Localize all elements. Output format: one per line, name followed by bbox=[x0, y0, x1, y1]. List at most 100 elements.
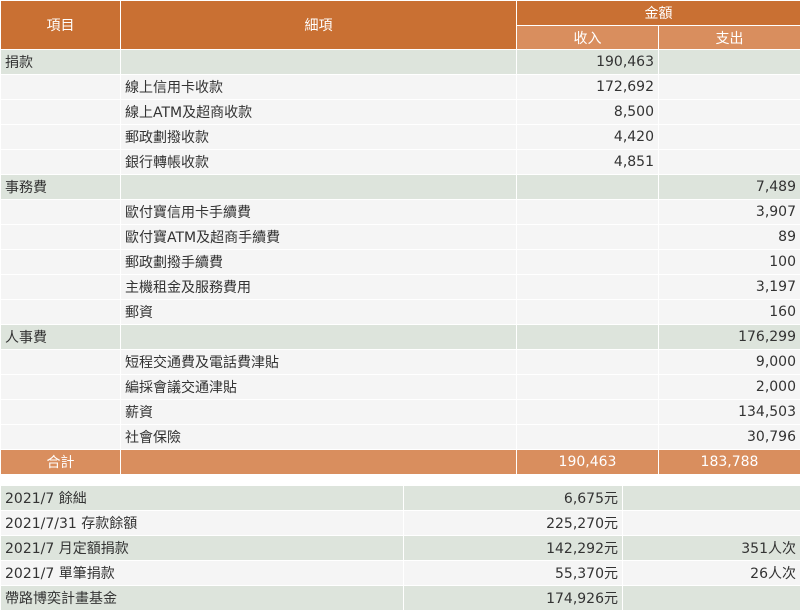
row-income: 4,851 bbox=[516, 149, 659, 175]
row-income bbox=[516, 174, 659, 200]
summary-row: 2021/7/31 存款餘額 225,270元 bbox=[0, 510, 800, 536]
detail-row: 歐付寶信用卡手續費 3,907 bbox=[0, 199, 800, 225]
detail-row: 郵資 160 bbox=[0, 299, 800, 325]
summary-value: 142,292元 bbox=[403, 535, 623, 561]
total-detail bbox=[120, 449, 517, 475]
row-detail bbox=[120, 174, 517, 200]
row-expense bbox=[658, 74, 800, 100]
finance-table: 項目 細項 金額 收入 支出 捐款 190,463 線上信用卡收款 172,692 線上… bbox=[0, 0, 800, 475]
row-item bbox=[0, 149, 121, 175]
total-row: 合計 190,463 183,788 bbox=[0, 449, 800, 475]
summary-value: 225,270元 bbox=[403, 510, 623, 536]
summary-value: 6,675元 bbox=[403, 485, 623, 511]
row-income bbox=[516, 199, 659, 225]
row-income bbox=[516, 299, 659, 325]
row-detail: 郵資 bbox=[120, 299, 517, 325]
summary-label: 2021/7/31 存款餘額 bbox=[0, 510, 404, 536]
row-item bbox=[0, 199, 121, 225]
row-expense: 30,796 bbox=[658, 424, 800, 450]
summary-extra: 26人次 bbox=[622, 560, 800, 586]
row-expense bbox=[658, 99, 800, 125]
row-expense bbox=[658, 49, 800, 75]
row-detail: 歐付寶ATM及超商手續費 bbox=[120, 224, 517, 250]
row-item bbox=[0, 424, 121, 450]
summary-extra bbox=[622, 485, 800, 511]
row-income bbox=[516, 399, 659, 425]
row-item: 捐款 bbox=[0, 49, 121, 75]
row-income bbox=[516, 224, 659, 250]
header-income: 收入 bbox=[516, 25, 659, 50]
summary-value: 55,370元 bbox=[403, 560, 623, 586]
row-item: 人事費 bbox=[0, 324, 121, 350]
summary-row: 2021/7 單筆捐款 55,370元 26人次 bbox=[0, 560, 800, 586]
row-expense: 3,197 bbox=[658, 274, 800, 300]
detail-row: 線上ATM及超商收款 8,500 bbox=[0, 99, 800, 125]
row-expense bbox=[658, 124, 800, 150]
row-item bbox=[0, 99, 121, 125]
summary-extra bbox=[622, 510, 800, 536]
row-income: 4,420 bbox=[516, 124, 659, 150]
row-item bbox=[0, 349, 121, 375]
summary-label: 2021/7 餘絀 bbox=[0, 485, 404, 511]
table-gap bbox=[0, 476, 800, 485]
row-item bbox=[0, 224, 121, 250]
row-income bbox=[516, 349, 659, 375]
row-detail: 郵政劃撥收款 bbox=[120, 124, 517, 150]
total-expense: 183,788 bbox=[658, 449, 800, 475]
row-detail: 線上信用卡收款 bbox=[120, 74, 517, 100]
row-detail bbox=[120, 324, 517, 350]
row-item bbox=[0, 299, 121, 325]
row-item bbox=[0, 274, 121, 300]
row-expense bbox=[658, 149, 800, 175]
summary-label: 2021/7 月定額捐款 bbox=[0, 535, 404, 561]
row-detail: 主機租金及服務費用 bbox=[120, 274, 517, 300]
finance-rows: 捐款 190,463 線上信用卡收款 172,692 線上ATM及超商收款 8,500 郵政… bbox=[0, 49, 800, 450]
detail-row: 郵政劃撥收款 4,420 bbox=[0, 124, 800, 150]
category-row: 人事費 176,299 bbox=[0, 324, 800, 350]
detail-row: 短程交通費及電話費津貼 9,000 bbox=[0, 349, 800, 375]
row-detail: 銀行轉帳收款 bbox=[120, 149, 517, 175]
row-income: 172,692 bbox=[516, 74, 659, 100]
detail-row: 郵政劃撥手續費 100 bbox=[0, 249, 800, 275]
summary-row: 帶路博奕計畫基金 174,926元 bbox=[0, 585, 800, 611]
row-income bbox=[516, 274, 659, 300]
row-detail: 郵政劃撥手續費 bbox=[120, 249, 517, 275]
summary-rows: 2021/7 餘絀 6,675元 2021/7/31 存款餘額 225,270元 202… bbox=[0, 485, 800, 611]
category-row: 捐款 190,463 bbox=[0, 49, 800, 75]
row-detail: 短程交通費及電話費津貼 bbox=[120, 349, 517, 375]
detail-row: 主機租金及服務費用 3,197 bbox=[0, 274, 800, 300]
row-income bbox=[516, 249, 659, 275]
row-expense: 134,503 bbox=[658, 399, 800, 425]
summary-table: 2021/7 餘絀 6,675元 2021/7/31 存款餘額 225,270元 202… bbox=[0, 485, 800, 611]
row-expense: 176,299 bbox=[658, 324, 800, 350]
total-income: 190,463 bbox=[516, 449, 659, 475]
row-detail: 線上ATM及超商收款 bbox=[120, 99, 517, 125]
row-expense: 9,000 bbox=[658, 349, 800, 375]
summary-row: 2021/7 月定額捐款 142,292元 351人次 bbox=[0, 535, 800, 561]
row-expense: 160 bbox=[658, 299, 800, 325]
header-expense: 支出 bbox=[658, 25, 800, 50]
summary-row: 2021/7 餘絀 6,675元 bbox=[0, 485, 800, 511]
row-detail: 編採會議交通津貼 bbox=[120, 374, 517, 400]
row-detail: 薪資 bbox=[120, 399, 517, 425]
total-label: 合計 bbox=[0, 449, 121, 475]
detail-row: 薪資 134,503 bbox=[0, 399, 800, 425]
row-detail: 歐付寶信用卡手續費 bbox=[120, 199, 517, 225]
detail-row: 編採會議交通津貼 2,000 bbox=[0, 374, 800, 400]
row-expense: 100 bbox=[658, 249, 800, 275]
row-item bbox=[0, 399, 121, 425]
detail-row: 歐付寶ATM及超商手續費 89 bbox=[0, 224, 800, 250]
row-income bbox=[516, 374, 659, 400]
summary-label: 2021/7 單筆捐款 bbox=[0, 560, 404, 586]
detail-row: 社會保險 30,796 bbox=[0, 424, 800, 450]
row-expense: 7,489 bbox=[658, 174, 800, 200]
row-item bbox=[0, 74, 121, 100]
row-detail: 社會保險 bbox=[120, 424, 517, 450]
header-amount: 金額 bbox=[516, 0, 800, 26]
row-income bbox=[516, 424, 659, 450]
row-expense: 3,907 bbox=[658, 199, 800, 225]
summary-value: 174,926元 bbox=[403, 585, 623, 611]
row-income: 190,463 bbox=[516, 49, 659, 75]
summary-extra bbox=[622, 585, 800, 611]
row-item bbox=[0, 124, 121, 150]
